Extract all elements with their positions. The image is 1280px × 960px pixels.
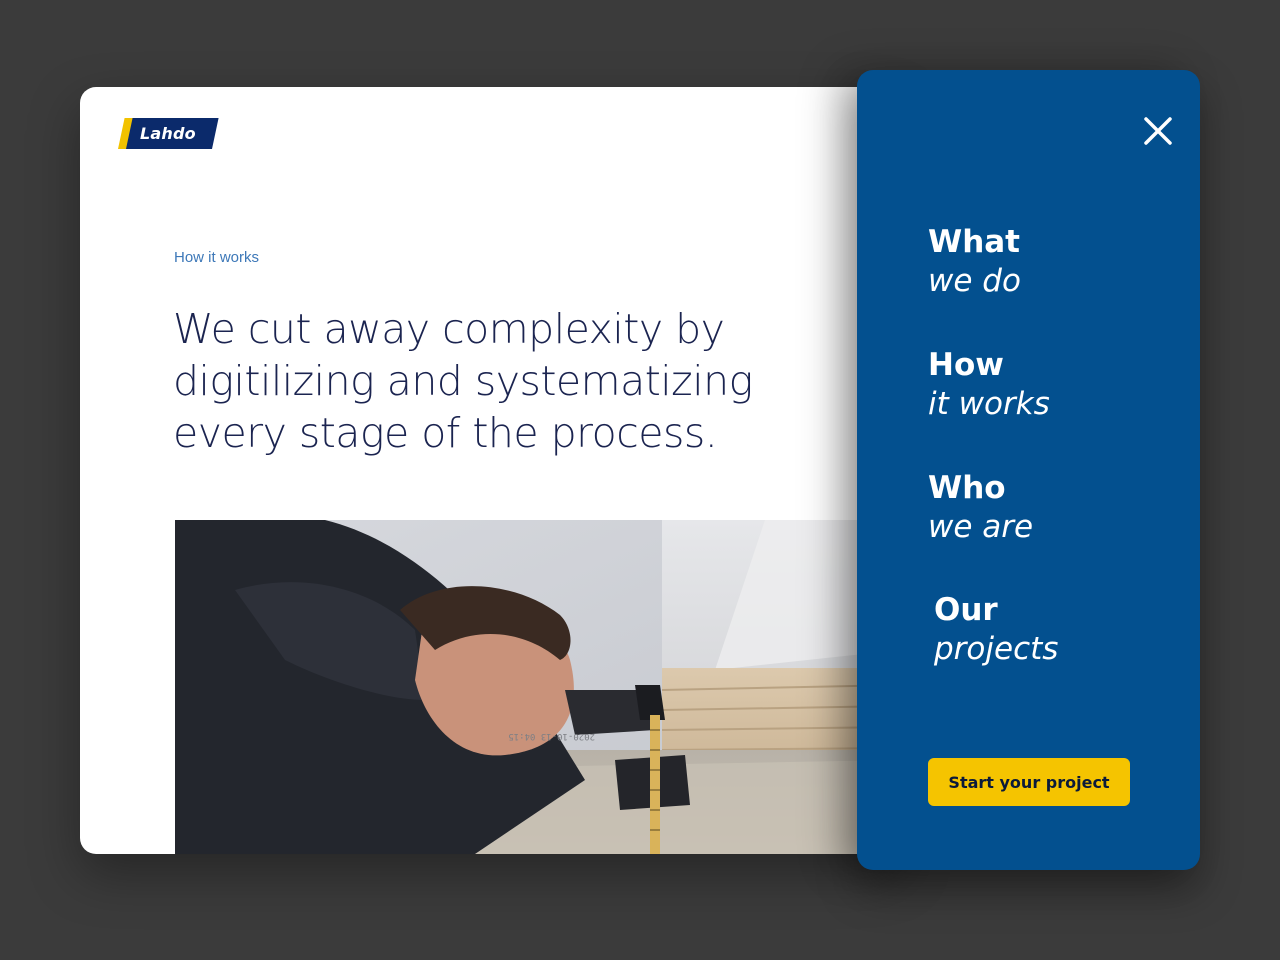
menu-item-who-we-are[interactable]: Who we are [928, 469, 1033, 547]
headline-line-1: We cut away complexity by [173, 305, 725, 353]
nav-menu-panel: What we do How it works Who we are Our p… [857, 70, 1200, 870]
logo-text: Lahdo [140, 124, 196, 143]
menu-item-italic: it works [928, 386, 1050, 422]
page-headline: We cut away complexity by digitilizing a… [173, 303, 773, 459]
menu-item-bold: How [928, 347, 1004, 383]
section-eyebrow: How it works [174, 249, 260, 266]
page-background: Lahdo How it works We cut away complexit… [0, 0, 1280, 960]
main-card: Lahdo How it works We cut away complexit… [80, 87, 900, 854]
photo-board-print: 2020-10-13 04:15 [508, 731, 595, 741]
menu-item-italic: projects [934, 631, 1059, 667]
menu-item-what-we-do[interactable]: What we do [928, 223, 1021, 301]
menu-item-how-it-works[interactable]: How it works [928, 346, 1050, 424]
headline-line-3: every stage of the process. [173, 409, 718, 457]
menu-item-our-projects[interactable]: Our projects [934, 591, 1058, 669]
menu-item-bold: Who [928, 470, 1006, 506]
lahdo-logo[interactable]: Lahdo [118, 118, 219, 149]
menu-item-bold: What [928, 224, 1021, 260]
menu-item-bold: Our [934, 592, 998, 628]
start-your-project-button[interactable]: Start your project [928, 758, 1130, 806]
hero-photo-worker-cutting-drywall: 2020-10-13 04:15 [175, 520, 900, 854]
menu-item-italic: we do [928, 263, 1021, 299]
headline-line-2: digitilizing and systematizing [173, 357, 753, 405]
close-icon[interactable] [1141, 114, 1175, 148]
photo-illustration: 2020-10-13 04:15 [175, 520, 900, 854]
menu-item-italic: we are [928, 509, 1034, 545]
